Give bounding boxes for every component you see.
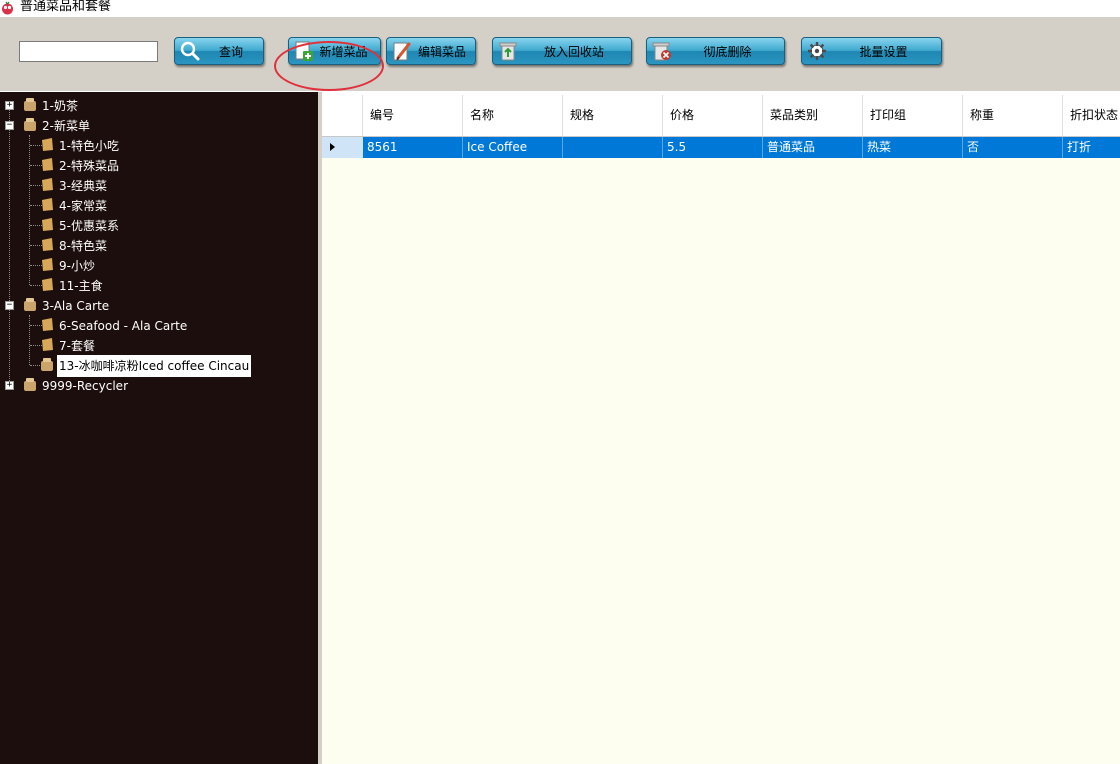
table-cell[interactable] [563,137,663,158]
toolbar: 查询 新增菜品 编辑菜品 放入回收站 彻底删除 批量设置 [0,17,1120,91]
column-header[interactable]: 折扣状态 [1063,95,1120,136]
delete-bin-icon [652,42,671,61]
query-button[interactable]: 查询 [174,37,264,65]
expand-icon[interactable]: + [5,381,14,390]
edit-dish-button-label: 编辑菜品 [417,44,466,59]
column-header[interactable]: 打印组 [863,95,963,136]
search-input[interactable] [19,41,158,62]
permanent-delete-button[interactable]: 彻底删除 [646,37,785,65]
edit-dish-button[interactable]: 编辑菜品 [386,37,476,65]
bag-icon [42,138,53,151]
tree-connector [29,315,30,365]
tree-connector [29,135,30,285]
dish-grid: 编号 名称 规格 价格 菜品类别 打印组 称重 折扣状态 8561 Ice Co… [322,95,1120,764]
tree-connector [9,109,10,385]
grid-header: 编号 名称 规格 价格 菜品类别 打印组 称重 折扣状态 [322,95,1120,137]
tree-node-label: 6-Seafood - Ala Carte [59,319,188,333]
tree-node-label: 8-特色菜 [59,239,107,253]
collapse-icon[interactable]: − [5,301,14,310]
tree-node-label: 1-特色小吃 [59,139,119,153]
column-header[interactable]: 规格 [563,95,663,136]
add-document-icon [295,41,313,61]
table-cell[interactable]: 普通菜品 [763,137,863,158]
column-header[interactable]: 编号 [363,95,463,136]
expand-icon[interactable]: + [5,101,14,110]
row-header-corner [322,95,363,136]
table-cell[interactable]: Ice Coffee [463,137,563,158]
category-tree: + 1-奶茶 − 2-新菜单 1-特色小吃 2-特殊菜品 3-经典菜 4-家常菜… [0,92,322,764]
recycle-button-label: 放入回收站 [543,44,604,59]
column-header[interactable]: 称重 [963,95,1063,136]
tree-node-label: 4-家常菜 [59,199,107,213]
table-cell[interactable]: 热菜 [863,137,963,158]
query-button-label: 查询 [218,44,243,59]
title-bar: 普通菜品和套餐 [0,0,1120,17]
table-cell[interactable]: 8561 [363,137,463,158]
recycle-bin-icon [499,42,517,61]
tree-node-label: 13-冰咖啡凉粉Iced coffee Cincau [57,355,252,377]
batch-settings-button[interactable]: 批量设置 [801,37,942,65]
bag-icon [24,118,36,131]
column-header[interactable]: 价格 [663,95,763,136]
bag-icon [24,298,36,311]
bag-icon [42,198,53,211]
column-header[interactable]: 菜品类别 [763,95,863,136]
current-row-arrow-icon [330,143,335,151]
column-header[interactable]: 名称 [463,95,563,136]
tree-node-label: 7-套餐 [59,339,95,353]
tree-node-label: 5-优惠菜系 [59,219,119,233]
tree-node-label: 9999-Recycler [42,379,128,393]
add-dish-button[interactable]: 新增菜品 [288,37,381,65]
bag-icon [42,178,53,191]
tree-node-label: 3-Ala Carte [42,299,110,313]
tree-node-label: 2-特殊菜品 [59,159,119,173]
window-title: 普通菜品和套餐 [20,0,112,14]
bag-icon [42,278,53,291]
table-cell[interactable]: 打折 [1063,137,1120,158]
tree-node-label: 11-主食 [59,279,103,293]
bag-icon [42,158,53,171]
row-header[interactable] [322,137,363,158]
bag-icon [42,218,53,231]
bag-icon [42,318,53,331]
tree-node-label: 2-新菜单 [42,119,90,133]
recycle-button[interactable]: 放入回收站 [492,37,632,65]
tree-node-label: 3-经典菜 [59,179,107,193]
bag-icon [24,98,36,111]
table-cell[interactable]: 5.5 [663,137,763,158]
add-dish-button-label: 新增菜品 [319,44,368,59]
search-icon [180,41,200,61]
collapse-icon[interactable]: − [5,121,14,130]
table-row[interactable]: 8561 Ice Coffee 5.5 普通菜品 热菜 否 打折 [322,137,1120,158]
tree-node-label: 9-小炒 [59,259,95,273]
bag-icon [24,378,36,391]
table-cell[interactable]: 否 [963,137,1063,158]
batch-settings-button-label: 批量设置 [859,44,908,59]
permanent-delete-button-label: 彻底删除 [703,44,752,59]
bag-icon [42,258,53,271]
edit-document-icon [393,42,411,61]
gear-icon [808,42,826,60]
bag-icon [42,238,53,251]
tree-node-label: 1-奶茶 [42,99,78,113]
bag-icon [41,358,53,371]
bag-icon [42,338,53,351]
app-icon [2,1,13,15]
